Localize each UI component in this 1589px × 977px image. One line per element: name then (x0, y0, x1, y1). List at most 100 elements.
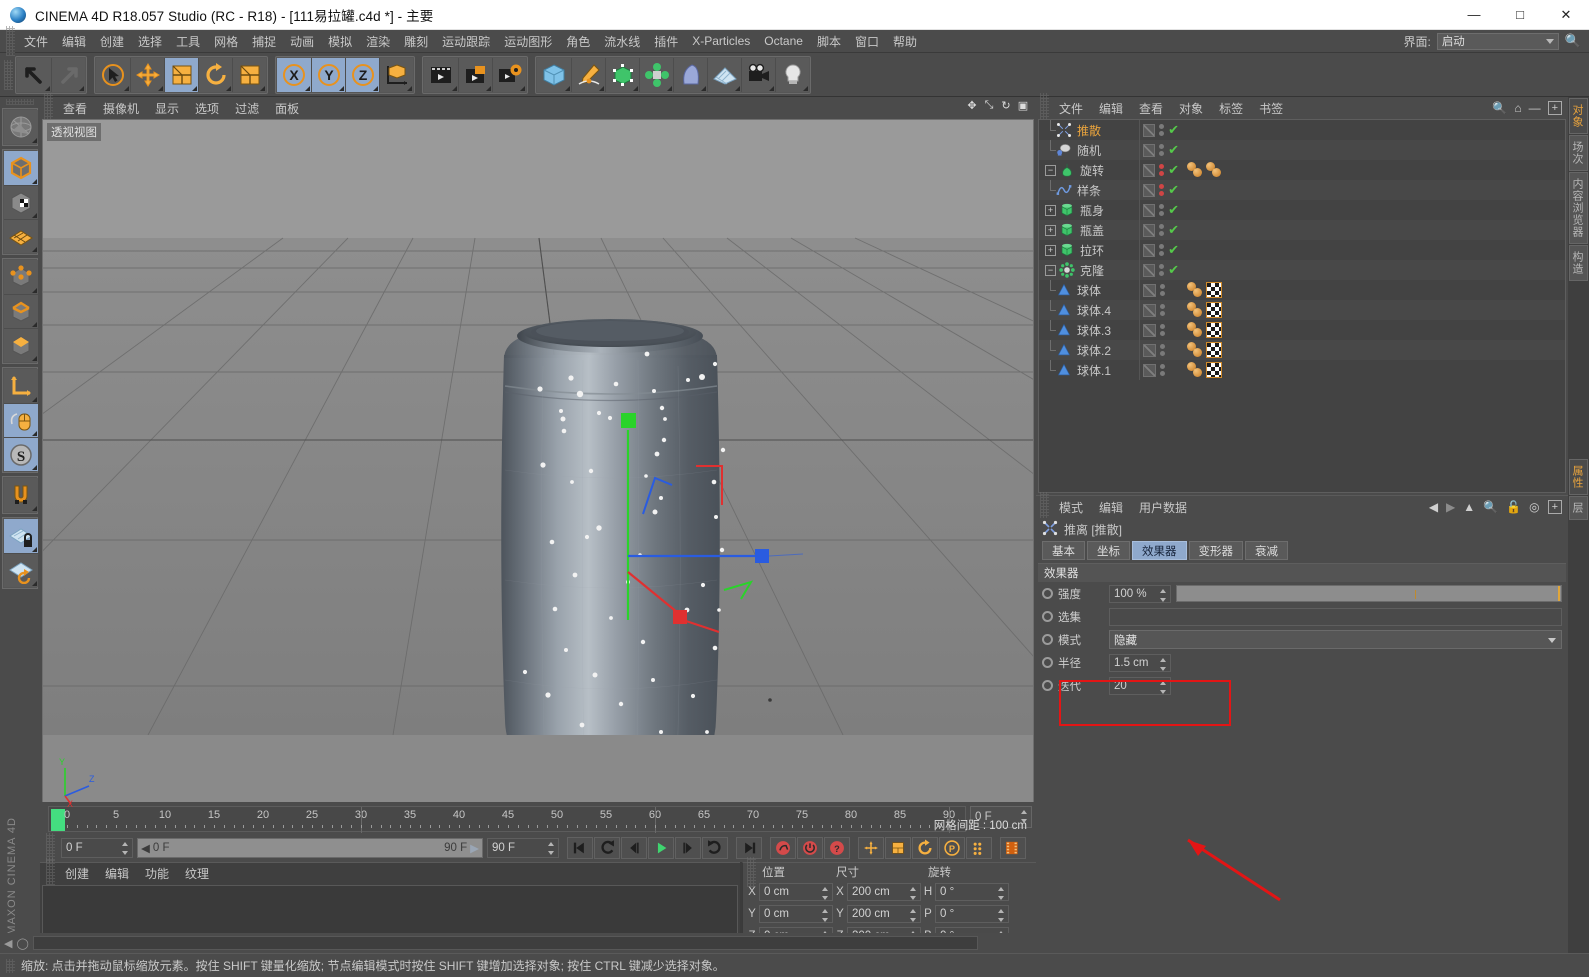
pla-key-icon[interactable] (966, 837, 992, 859)
viewport-solo-icon[interactable] (4, 403, 38, 437)
material-menu-1[interactable]: 编辑 (97, 864, 137, 883)
viewport-menu-2[interactable]: 显示 (147, 98, 187, 119)
size-1-field[interactable]: 200 cm (847, 905, 921, 923)
layer-flag-icon[interactable] (1143, 223, 1156, 237)
scale-icon[interactable] (164, 57, 198, 92)
menu-item-14[interactable]: 流水线 (597, 31, 647, 52)
nurbs-icon[interactable] (605, 57, 639, 92)
material-tag-icon[interactable] (1206, 162, 1222, 178)
layer-flag-icon[interactable] (1143, 323, 1156, 337)
visibility-dots-icon[interactable] (1159, 244, 1165, 256)
timeline-range-slider[interactable]: ◀ 0 F 90 F ▶ (137, 838, 483, 858)
position-1-field[interactable]: 0 cm (759, 905, 833, 923)
workplane-icon[interactable] (4, 219, 38, 253)
timeline-playhead[interactable] (51, 809, 65, 831)
enabled-check-icon[interactable]: ✔ (1168, 182, 1179, 198)
stepper-icon[interactable] (122, 842, 129, 855)
attribute-tab-1[interactable]: 坐标 (1087, 541, 1130, 560)
layer-flag-icon[interactable] (1143, 243, 1156, 257)
floor-icon[interactable] (707, 57, 741, 92)
scale-s-icon[interactable]: S (4, 437, 38, 471)
object-menu-1[interactable]: 编辑 (1091, 99, 1131, 118)
expand-icon[interactable]: + (1547, 101, 1562, 115)
mode-dropdown[interactable]: 隐藏 (1109, 630, 1562, 649)
bend-icon[interactable] (673, 57, 707, 92)
move-icon[interactable] (130, 57, 164, 92)
viewport-type-label[interactable]: 透视视图 (47, 123, 101, 141)
layer-flag-icon[interactable] (1143, 163, 1156, 177)
material-tag-icon[interactable] (1187, 302, 1203, 318)
up-arrow-icon[interactable]: ▲ (1463, 500, 1475, 514)
stepper-icon[interactable] (1160, 680, 1167, 694)
progress-prev-icon[interactable]: ◀ (4, 937, 12, 950)
parameter-radio-icon[interactable] (1042, 680, 1053, 691)
right-tab-3[interactable]: 构造 (1569, 245, 1588, 281)
lock-icon[interactable]: 🔓 (1506, 500, 1521, 514)
move-view-icon[interactable]: ✥ (965, 99, 979, 113)
rotate-view-icon[interactable]: ↻ (999, 99, 1013, 113)
object-menu-0[interactable]: 文件 (1051, 99, 1091, 118)
timeline-icon[interactable] (1000, 837, 1026, 859)
attribute-tab-0[interactable]: 基本 (1042, 541, 1085, 560)
menu-item-2[interactable]: 创建 (93, 31, 131, 52)
object-row[interactable]: − 克隆 ✔ (1039, 260, 1565, 280)
attribute-menu-2[interactable]: 用户数据 (1131, 498, 1195, 517)
render-picture-icon[interactable] (458, 57, 492, 92)
stepper-icon[interactable] (998, 909, 1005, 922)
redo-icon[interactable] (51, 57, 85, 92)
object-row[interactable]: 球体.4 (1039, 300, 1565, 320)
menu-item-1[interactable]: 编辑 (55, 31, 93, 52)
texture-tag-icon[interactable] (1206, 282, 1222, 298)
menu-item-0[interactable]: 文件 (17, 31, 55, 52)
snap-magnet-icon[interactable] (4, 478, 38, 512)
object-row[interactable]: 样条 ✔ (1039, 180, 1565, 200)
enabled-check-icon[interactable]: ✔ (1168, 222, 1179, 238)
world-coord-icon[interactable] (379, 57, 413, 92)
param-key-icon[interactable]: P (939, 837, 965, 859)
enabled-check-icon[interactable]: ✔ (1168, 262, 1179, 278)
enabled-check-icon[interactable]: ✔ (1168, 202, 1179, 218)
object-row[interactable]: − 旋转 ✔ (1039, 160, 1565, 180)
expander-icon[interactable]: + (1045, 224, 1056, 236)
undo-icon[interactable] (17, 57, 51, 92)
attribute-menu-1[interactable]: 编辑 (1091, 498, 1131, 517)
target-icon[interactable]: ◎ (1529, 500, 1539, 514)
attribute-tab-3[interactable]: 变形器 (1188, 541, 1243, 560)
material-menu-3[interactable]: 纹理 (177, 864, 217, 883)
rot-key-icon[interactable] (912, 837, 938, 859)
visibility-dots-icon[interactable] (1159, 124, 1165, 136)
maximize-view-icon[interactable]: ▣ (1016, 99, 1030, 113)
rotation-0-field[interactable]: 0 ° (935, 883, 1009, 901)
menu-item-6[interactable]: 捕捉 (245, 31, 283, 52)
intensity-field[interactable]: 100 % (1109, 584, 1171, 603)
visibility-dots-icon[interactable] (1159, 224, 1165, 236)
stepper-icon[interactable] (910, 909, 917, 922)
close-button[interactable]: ✕ (1543, 0, 1589, 30)
texture-tag-icon[interactable] (1206, 362, 1222, 378)
material-tag-icon[interactable] (1187, 342, 1203, 358)
object-tree[interactable]: 推散 ✔ 随机 ✔ − 旋转 ✔ 样条 ✔ + 瓶身 ✔ + 瓶盖 ✔ + 拉环 ✔ − 克隆 ✔ 球体 球体.4 球体.3 球… (1038, 119, 1566, 493)
viewport-menu-5[interactable]: 面板 (267, 98, 307, 119)
intensity-slider[interactable] (1176, 585, 1562, 602)
layer-flag-icon[interactable] (1143, 183, 1156, 197)
prev-key-icon[interactable] (594, 837, 620, 859)
right-bottom-tab-0[interactable]: 属性 (1569, 459, 1588, 495)
autokey-icon[interactable] (797, 837, 823, 859)
menu-item-9[interactable]: 渲染 (359, 31, 397, 52)
viewport-menu-3[interactable]: 选项 (187, 98, 227, 119)
stepper-icon[interactable] (1160, 657, 1167, 671)
attribute-tab-4[interactable]: 衰减 (1245, 541, 1288, 560)
render-settings-icon[interactable] (492, 57, 526, 92)
visibility-dots-icon[interactable] (1159, 184, 1165, 196)
layer-flag-icon[interactable] (1143, 343, 1156, 357)
menu-item-17[interactable]: Octane (757, 32, 810, 50)
menu-item-15[interactable]: 插件 (647, 31, 685, 52)
menu-item-16[interactable]: X-Particles (685, 32, 757, 50)
points-mode-icon[interactable] (4, 260, 38, 294)
menu-item-7[interactable]: 动画 (283, 31, 321, 52)
enabled-check-icon[interactable]: ✔ (1168, 142, 1179, 158)
cube-icon[interactable] (537, 57, 571, 92)
right-tab-0[interactable]: 对象 (1569, 98, 1588, 134)
menu-item-8[interactable]: 模拟 (321, 31, 359, 52)
material-menu-0[interactable]: 创建 (57, 864, 97, 883)
